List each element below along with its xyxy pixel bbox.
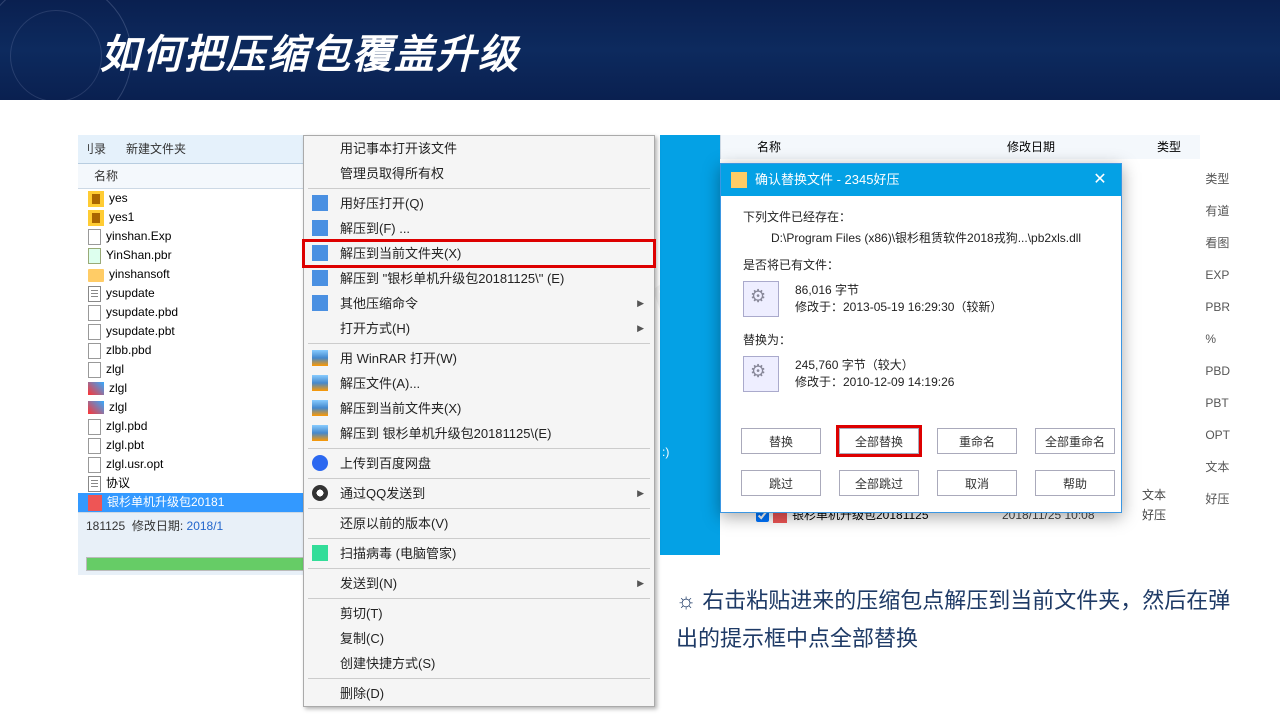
menu-item[interactable]: 打开方式(H) — [304, 316, 654, 341]
menu-item[interactable]: 解压文件(A)... — [304, 371, 654, 396]
menu-icon — [312, 195, 328, 211]
menu-item[interactable]: 复制(C) — [304, 626, 654, 651]
file-icon — [88, 495, 102, 511]
menu-item[interactable]: 还原以前的版本(V) — [304, 511, 654, 536]
file-icon — [88, 324, 101, 340]
replace-dialog: 确认替换文件 - 2345好压 ✕ 下列文件已经存在： D:\Program F… — [720, 163, 1122, 513]
menu-item[interactable]: 解压到 "银杉单机升级包20181125\" (E) — [304, 266, 654, 291]
file-icon — [743, 356, 779, 392]
dialog-button[interactable]: 全部跳过 — [839, 470, 919, 496]
dialog-button[interactable]: 重命名 — [937, 428, 1017, 454]
dialog-button[interactable]: 全部重命名 — [1035, 428, 1115, 454]
menu-icon — [312, 245, 328, 261]
file-icon — [88, 476, 101, 492]
dialog-screenshot: 名称修改日期类型 确认替换文件 - 2345好压 ✕ 下列文件已经存在： D:\… — [720, 135, 1200, 159]
menu-item[interactable]: 上传到百度网盘 — [304, 451, 654, 476]
dialog-button[interactable]: 取消 — [937, 470, 1017, 496]
file-icon — [88, 343, 101, 359]
file-icon — [88, 457, 101, 473]
file-icon — [88, 210, 104, 226]
file-icon — [88, 248, 101, 264]
file-icon — [88, 229, 101, 245]
file-icon — [88, 286, 101, 302]
menu-icon — [312, 220, 328, 236]
context-menu[interactable]: 用记事本打开该文件管理员取得所有权用好压打开(Q)解压到(F) ...解压到当前… — [303, 135, 655, 707]
menu-icon — [312, 270, 328, 286]
menu-item[interactable]: 解压到当前文件夹(X) — [304, 241, 654, 266]
menu-item[interactable]: 通过QQ发送到 — [304, 481, 654, 506]
menu-icon — [312, 485, 328, 501]
menu-item[interactable]: 创建快捷方式(S) — [304, 651, 654, 676]
file-icon — [88, 191, 104, 207]
file-icon — [743, 281, 779, 317]
menu-item[interactable]: 用记事本打开该文件 — [304, 136, 654, 161]
menu-icon — [312, 295, 328, 311]
close-icon[interactable]: ✕ — [1079, 164, 1121, 196]
explorer-screenshot: 刂录新建文件夹 名称 yesyes1yinshan.ExpYinShan.pbr… — [78, 135, 578, 575]
dialog-button[interactable]: 帮助 — [1035, 470, 1115, 496]
menu-icon — [312, 425, 328, 441]
menu-icon — [312, 455, 328, 471]
dialog-button[interactable]: 全部替换 — [839, 428, 919, 454]
file-icon — [88, 269, 104, 282]
right-header: 名称修改日期类型 — [720, 135, 1200, 159]
menu-item[interactable]: 其他压缩命令 — [304, 291, 654, 316]
menu-item[interactable]: 解压到 银杉单机升级包20181125\(E) — [304, 421, 654, 446]
menu-icon — [312, 350, 328, 366]
file-icon — [88, 382, 104, 395]
menu-icon — [312, 375, 328, 391]
file-icon — [88, 401, 104, 414]
menu-item[interactable]: 扫描病毒 (电脑管家) — [304, 541, 654, 566]
file-icon — [88, 305, 101, 321]
menu-item[interactable]: 解压到(F) ... — [304, 216, 654, 241]
menu-item[interactable]: 发送到(N) — [304, 571, 654, 596]
menu-icon — [312, 545, 328, 561]
menu-item[interactable]: 用好压打开(Q) — [304, 191, 654, 216]
file-icon — [88, 438, 101, 454]
menu-item[interactable]: 用 WinRAR 打开(W) — [304, 346, 654, 371]
menu-item[interactable]: 删除(D) — [304, 681, 654, 706]
dialog-button[interactable]: 跳过 — [741, 470, 821, 496]
file-icon — [88, 419, 101, 435]
slide-title: 如何把压缩包覆盖升级 — [100, 22, 520, 80]
menu-item[interactable]: 管理员取得所有权 — [304, 161, 654, 186]
menu-icon — [312, 400, 328, 416]
menu-item[interactable]: 剪切(T) — [304, 601, 654, 626]
file-icon — [88, 362, 101, 378]
dialog-titlebar[interactable]: 确认替换文件 - 2345好压 ✕ — [721, 164, 1121, 196]
dialog-button[interactable]: 替换 — [741, 428, 821, 454]
menu-item[interactable]: 解压到当前文件夹(X) — [304, 396, 654, 421]
instruction-text: ☼ 右击粘贴进来的压缩包点解压到当前文件夹，然后在弹出的提示框中点全部替换 — [676, 582, 1236, 658]
